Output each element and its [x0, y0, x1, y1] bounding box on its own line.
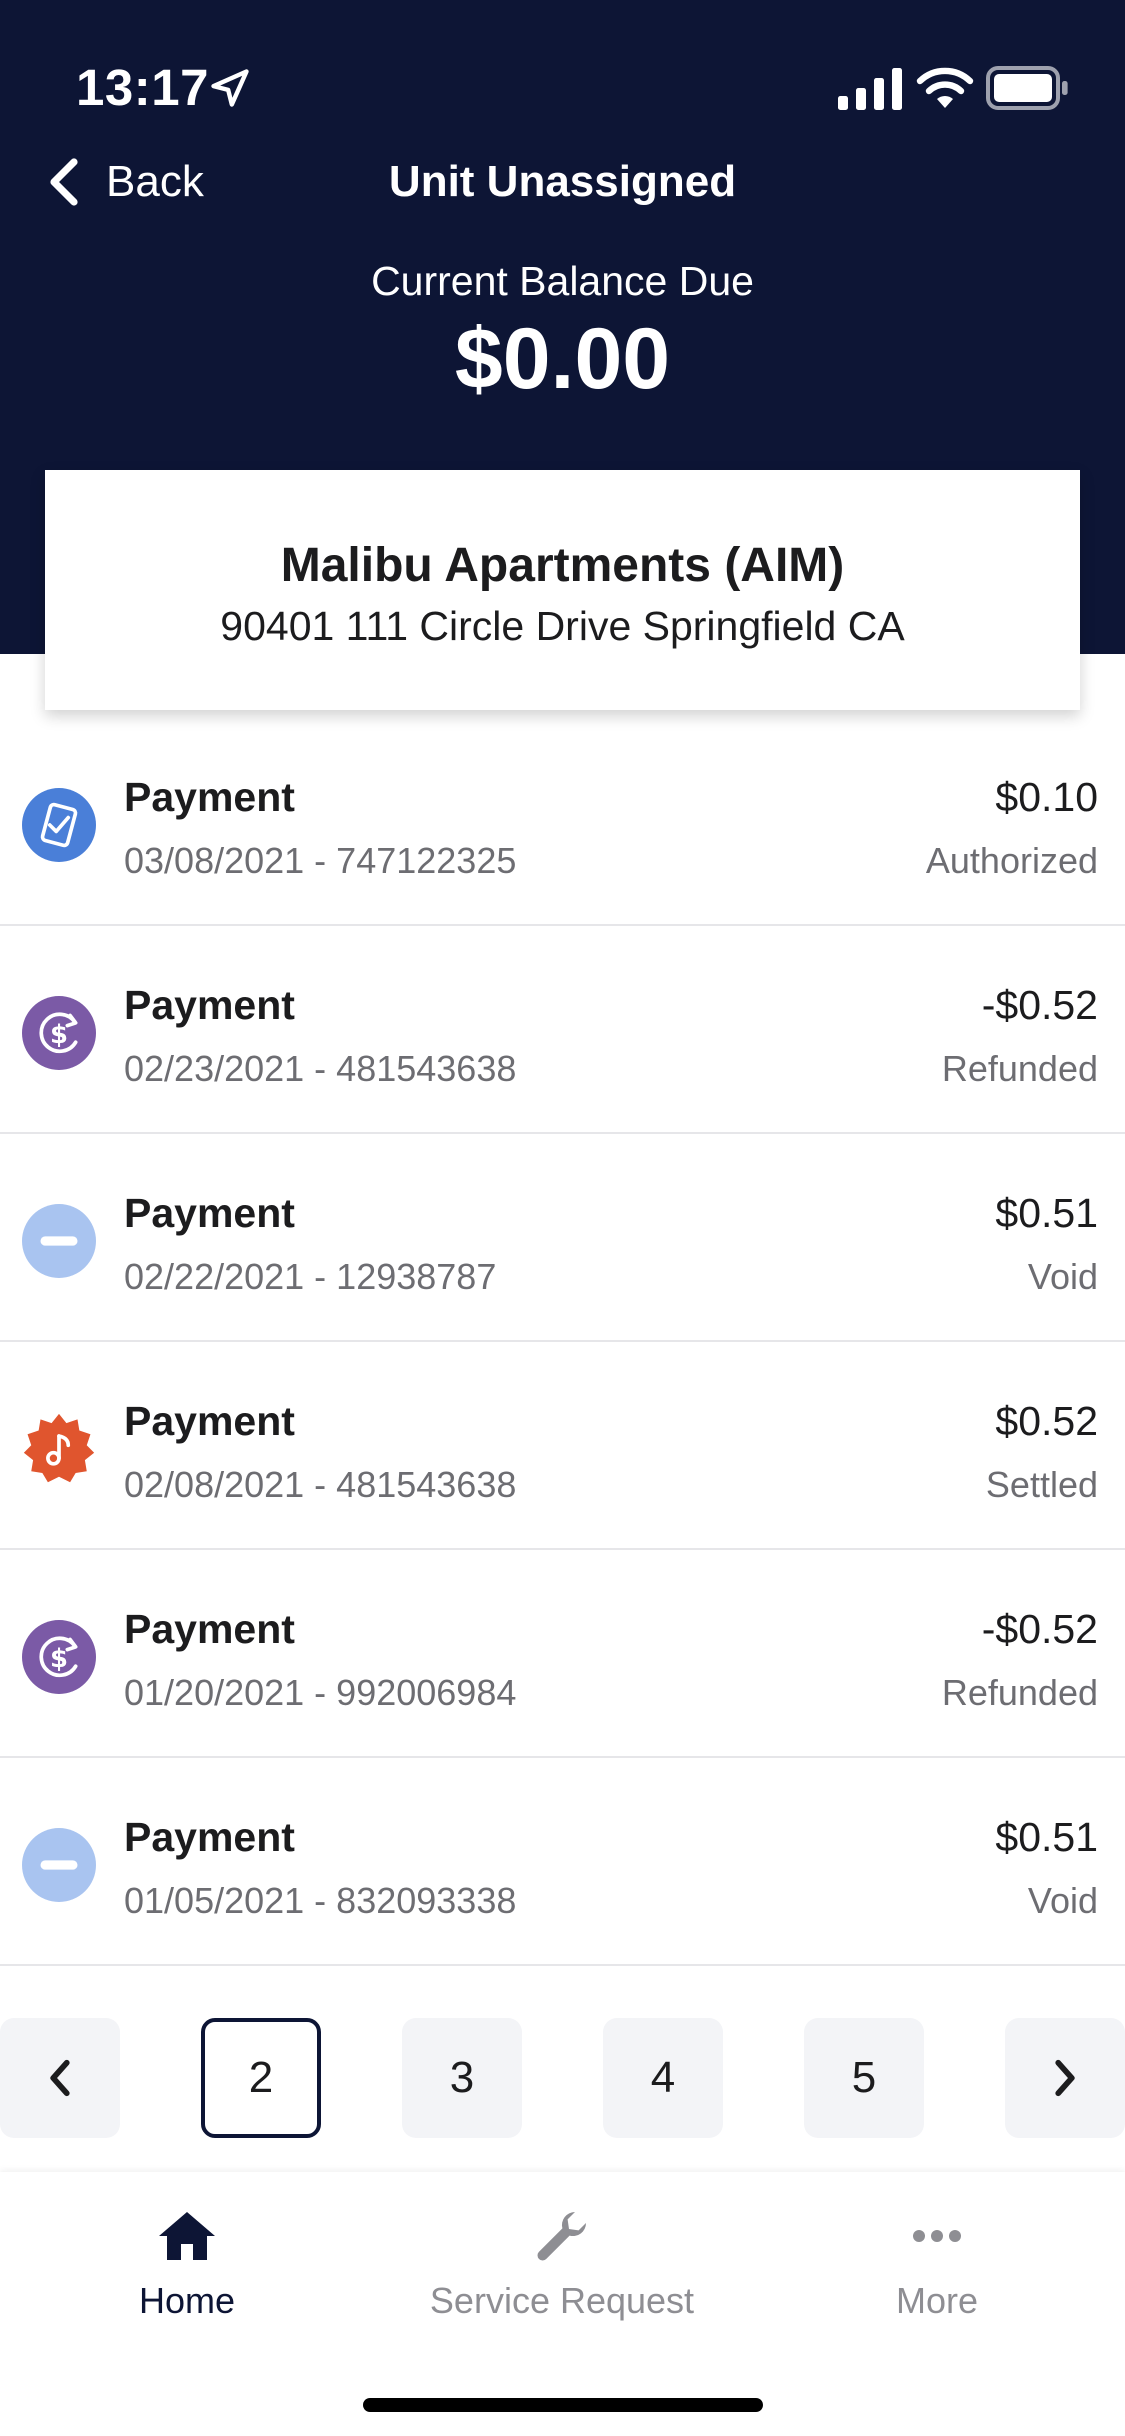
page-button-5[interactable]: 5 — [804, 2018, 924, 2138]
transaction-row[interactable]: $ Payment 02/23/2021 - 481543638 -$0.52 … — [0, 926, 1125, 1134]
tab-more-label: More — [895, 2280, 979, 2321]
transaction-status: Refunded — [941, 1048, 1098, 1089]
nav-bar: Back Unit Unassigned — [0, 150, 1125, 214]
battery-icon — [986, 66, 1068, 110]
svg-text:$: $ — [50, 1020, 68, 1050]
status-time: 13:17 — [76, 59, 209, 116]
tab-bar: Home Service Request More — [0, 2172, 1125, 2436]
next-page-button[interactable] — [1005, 2018, 1125, 2138]
void-minus-icon — [22, 1828, 96, 1902]
transaction-list: Payment 03/08/2021 - 747122325 $0.10 Aut… — [0, 718, 1125, 1966]
transaction-row[interactable]: Payment 02/22/2021 - 12938787 $0.51 Void — [0, 1134, 1125, 1342]
void-minus-icon — [22, 1204, 96, 1278]
mobile-check-icon — [22, 788, 96, 862]
pagination: 2 3 4 5 — [0, 2018, 1125, 2138]
transaction-type: Payment — [124, 1814, 295, 1860]
transaction-status: Authorized — [925, 840, 1098, 881]
transaction-date-id: 01/05/2021 - 832093338 — [124, 1880, 517, 1921]
location-arrow-icon — [211, 69, 249, 107]
back-label: Back — [106, 157, 204, 206]
transaction-amount: -$0.52 — [981, 982, 1098, 1028]
transaction-status: Void — [1027, 1256, 1098, 1297]
property-name: Malibu Apartments (AIM) — [280, 539, 845, 592]
transaction-amount: $0.51 — [995, 1190, 1098, 1236]
transaction-date-id: 02/22/2021 - 12938787 — [124, 1256, 497, 1297]
transaction-type: Payment — [124, 1606, 295, 1652]
tab-service-request[interactable]: Service Request — [402, 2204, 722, 2322]
transaction-amount: $0.52 — [995, 1398, 1098, 1444]
more-dots-icon — [913, 2230, 961, 2242]
chevron-left-icon — [50, 158, 78, 206]
refund-dollar-icon: $ — [22, 996, 96, 1070]
wifi-icon — [916, 67, 974, 108]
home-icon — [159, 2212, 215, 2260]
transaction-amount: $0.51 — [995, 1814, 1098, 1860]
tab-service-request-label: Service Request — [429, 2280, 695, 2321]
transaction-date-id: 02/08/2021 - 481543638 — [124, 1464, 517, 1505]
refund-dollar-icon: $ — [22, 1620, 96, 1694]
page-button-3[interactable]: 3 — [402, 2018, 522, 2138]
property-address: 90401 111 Circle Drive Springfield CA — [220, 603, 905, 649]
svg-text:$: $ — [50, 1644, 68, 1674]
settled-badge-icon — [23, 1413, 95, 1483]
transaction-amount: $0.10 — [995, 774, 1098, 820]
balance-amount: $0.00 — [454, 311, 671, 407]
tab-home[interactable]: Home — [27, 2204, 347, 2322]
transaction-type: Payment — [124, 1398, 295, 1444]
transaction-date-id: 02/23/2021 - 481543638 — [124, 1048, 517, 1089]
balance-label: Current Balance Due — [371, 258, 754, 304]
page-button-4[interactable]: 4 — [603, 2018, 723, 2138]
transaction-row[interactable]: Payment 02/08/2021 - 481543638 $0.52 Set… — [0, 1342, 1125, 1550]
transaction-amount: -$0.52 — [981, 1606, 1098, 1652]
cellular-signal-icon — [838, 68, 902, 110]
transaction-status: Settled — [985, 1464, 1098, 1505]
transaction-type: Payment — [124, 982, 295, 1028]
transaction-row[interactable]: $ Payment 01/20/2021 - 992006984 -$0.52 … — [0, 1550, 1125, 1758]
transaction-status: Void — [1027, 1880, 1098, 1921]
page-button-2[interactable]: 2 — [201, 2018, 321, 2138]
property-card: Malibu Apartments (AIM) 90401 111 Circle… — [45, 470, 1080, 710]
chevron-left-icon — [50, 2059, 70, 2097]
transaction-date-id: 03/08/2021 - 747122325 — [124, 840, 517, 881]
transaction-row[interactable]: Payment 03/08/2021 - 747122325 $0.10 Aut… — [0, 718, 1125, 926]
status-bar: 13:17 — [0, 0, 1125, 150]
home-indicator — [363, 2398, 763, 2412]
back-button[interactable]: Back — [44, 150, 204, 214]
previous-page-button[interactable] — [0, 2018, 120, 2138]
transaction-type: Payment — [124, 774, 295, 820]
wrench-icon — [537, 2212, 587, 2261]
transaction-status: Refunded — [941, 1672, 1098, 1713]
transaction-row[interactable]: Payment 01/05/2021 - 832093338 $0.51 Voi… — [0, 1758, 1125, 1966]
tab-more[interactable]: More — [777, 2204, 1097, 2322]
transaction-type: Payment — [124, 1190, 295, 1236]
chevron-right-icon — [1055, 2059, 1075, 2097]
transaction-date-id: 01/20/2021 - 992006984 — [124, 1672, 517, 1713]
tab-home-label: Home — [138, 2280, 236, 2321]
